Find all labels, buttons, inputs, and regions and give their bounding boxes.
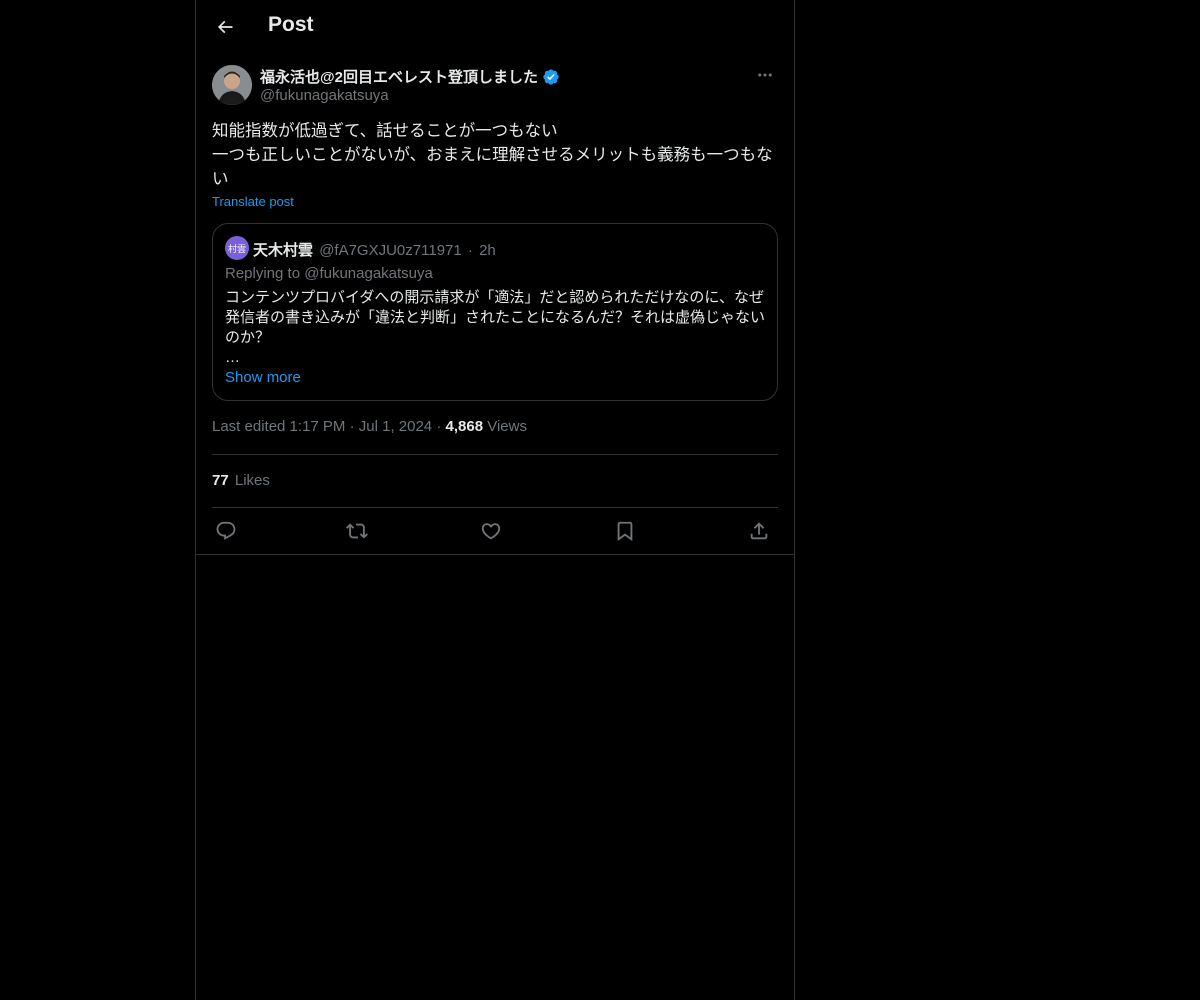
reply-button[interactable] [212, 517, 240, 545]
reply-icon [215, 520, 237, 542]
meta-separator: · [436, 418, 442, 435]
divider [196, 554, 794, 555]
quoted-replying-to: Replying to @fukunagakatsuya [225, 265, 433, 282]
like-icon [480, 520, 502, 542]
likes-count: 77 [212, 472, 229, 489]
share-button[interactable] [745, 517, 773, 545]
author-name[interactable]: 福永活也@2回目エベレスト登頂しました [260, 66, 560, 87]
author-handle[interactable]: @fukunagakatsuya [260, 87, 389, 104]
verified-badge-icon [542, 68, 560, 86]
back-button[interactable] [208, 10, 242, 44]
quoted-header: 天木村雲 @fA7GXJU0z711971 · 2h [253, 239, 496, 260]
quoted-post[interactable]: 村雲 天木村雲 @fA7GXJU0z711971 · 2h Replying t… [212, 223, 778, 401]
bookmark-button[interactable] [611, 517, 639, 545]
post-text: 知能指数が低過ぎて、話せることが一つもない 一つも正しいことがないが、おまえに理… [212, 122, 773, 188]
author-name-text: 福永活也@2回目エベレスト登頂しました [260, 69, 538, 86]
edited-time-link[interactable]: Last edited 1:17 PM [212, 418, 345, 435]
likes-link[interactable]: 77 Likes [212, 472, 270, 489]
bookmark-icon [614, 520, 636, 542]
quoted-name[interactable]: 天木村雲 [253, 242, 313, 259]
back-arrow-icon [215, 17, 235, 37]
quoted-time[interactable]: 2h [479, 242, 496, 259]
repost-icon [346, 520, 368, 542]
post-column: Post 福永活也@2回目エベレスト登頂しました @fukunagakatsuy… [195, 0, 795, 1000]
more-icon [756, 66, 774, 84]
show-more-link[interactable]: Show more [225, 369, 301, 386]
meta-separator: · [349, 418, 355, 435]
divider [212, 507, 778, 508]
quoted-separator: · [467, 242, 473, 259]
author-row: 福永活也@2回目エベレスト登頂しました @fukunagakatsuya [212, 64, 778, 108]
likes-label: Likes [234, 472, 270, 489]
views-label: Views [487, 418, 527, 435]
quoted-avatar[interactable]: 村雲 [225, 236, 249, 260]
author-avatar[interactable] [212, 65, 252, 105]
more-button[interactable] [752, 64, 778, 86]
quoted-handle[interactable]: @fA7GXJU0z711971 [319, 242, 462, 259]
top-bar: Post [196, 0, 794, 53]
post-date[interactable]: Jul 1, 2024 [359, 418, 432, 435]
repost-button[interactable] [343, 517, 371, 545]
quoted-text: コンテンツプロバイダへの開示請求が「適法」だと認められただけなのに、なぜ発信者の… [225, 289, 766, 366]
action-bar [212, 517, 778, 545]
page-title: Post [268, 13, 314, 36]
divider [212, 454, 778, 455]
like-button[interactable] [477, 517, 505, 545]
translate-post-link[interactable]: Translate post [212, 194, 294, 209]
views-count: 4,868 [445, 418, 484, 435]
share-icon [748, 520, 770, 542]
post-meta: Last edited 1:17 PM · Jul 1, 2024 · 4,86… [212, 418, 527, 435]
